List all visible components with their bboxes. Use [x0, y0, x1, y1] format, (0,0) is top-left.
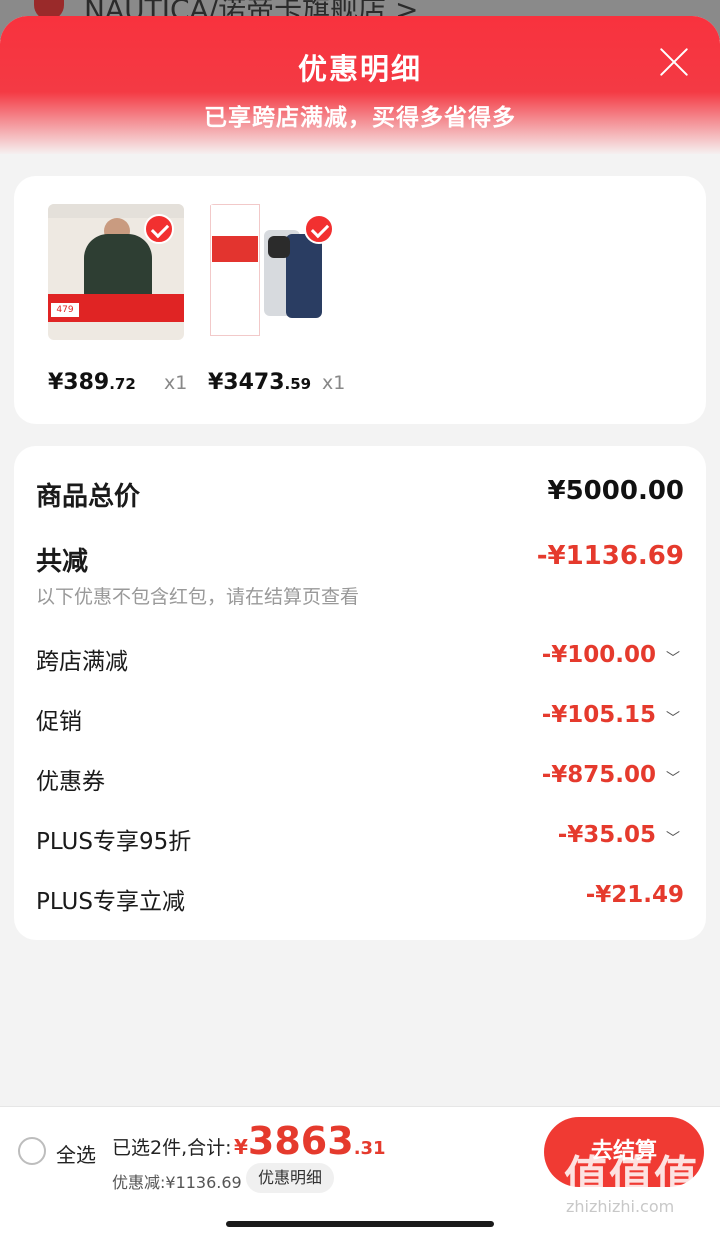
product-item[interactable]: 479 ¥389.72 x1	[48, 204, 187, 395]
chevron-down-icon[interactable]: ﹀	[666, 648, 680, 668]
select-all-label[interactable]: 全选	[56, 1139, 96, 1168]
product-quantity: x1	[322, 372, 346, 394]
sheet-header: 优惠明细 已享跨店满减，买得多省得多	[0, 16, 720, 154]
product-price: ¥389.72	[48, 370, 136, 395]
savings-text: 优惠减:¥1136.69	[112, 1173, 242, 1192]
price-summary-card: 商品总价 ¥5000.00 共减 -¥1136.69 以下优惠不包含红包，请在结…	[14, 446, 706, 940]
products-card: 479 ¥389.72 x1 ¥3473.59 x1	[14, 176, 706, 424]
discount-row-plus-95[interactable]: PLUS专享95折 -¥35.05 ﹀	[36, 822, 684, 862]
discount-row-cross-store[interactable]: 跨店满减 -¥100.00 ﹀	[36, 642, 684, 682]
checkout-bar: 全选 已选2件,合计: ¥3863.31 优惠减:¥1136.69 优惠明细 去…	[0, 1106, 720, 1238]
selected-count: 已选2件,合计:	[112, 1137, 232, 1159]
product-thumbnail: 479	[48, 204, 184, 340]
product-item[interactable]: ¥3473.59 x1	[208, 204, 345, 395]
chevron-down-icon[interactable]: ﹀	[666, 768, 680, 788]
discount-row-plus-instant: PLUS专享立减 -¥21.49	[36, 882, 684, 922]
sheet-title: 优惠明细	[297, 52, 422, 86]
discount-row-promotion[interactable]: 促销 -¥105.15 ﹀	[36, 702, 684, 742]
select-all-radio[interactable]	[18, 1137, 46, 1165]
total-price-label: 商品总价	[36, 482, 141, 512]
total-reduction-row: 共减 -¥1136.69	[36, 541, 684, 581]
total-reduction-value: -¥1136.69	[536, 541, 684, 571]
discount-label: 跨店满减	[36, 649, 128, 675]
product-quantity: x1	[164, 372, 188, 394]
discount-label: PLUS专享立减	[36, 889, 185, 915]
discount-label: 促销	[36, 709, 82, 735]
discount-value: -¥21.49	[585, 882, 684, 908]
chevron-down-icon[interactable]: ﹀	[666, 828, 680, 848]
total-reduction-label: 共减	[36, 547, 89, 577]
selected-check-icon	[304, 214, 334, 244]
discount-value: -¥100.00	[541, 642, 656, 668]
discount-label: PLUS专享95折	[36, 829, 192, 855]
product-price: ¥3473.59	[208, 370, 312, 395]
discount-value: -¥875.00	[541, 762, 656, 788]
discount-detail-sheet: 优惠明细 已享跨店满减，买得多省得多 479 ¥389.72 x1 ¥3473.…	[0, 16, 720, 1238]
chevron-down-icon[interactable]: ﹀	[666, 708, 680, 728]
discount-value: -¥105.15	[541, 702, 656, 728]
total-price-row: 商品总价 ¥5000.00	[36, 476, 684, 516]
grand-total: ¥3863.31	[234, 1119, 386, 1163]
discount-label: 优惠券	[36, 769, 105, 795]
home-indicator	[226, 1221, 494, 1227]
product-thumbnail	[208, 204, 344, 340]
watermark-url: zhizhizhi.com	[566, 1197, 675, 1216]
discount-detail-button[interactable]: 优惠明细	[246, 1163, 335, 1193]
site-watermark: 值值值	[564, 1152, 699, 1203]
discount-note: 以下优惠不包含红包，请在结算页查看	[36, 586, 360, 608]
discount-value: -¥35.05	[557, 822, 656, 848]
total-price-value: ¥5000.00	[547, 476, 684, 506]
close-icon[interactable]	[658, 46, 690, 78]
discount-row-coupon[interactable]: 优惠券 -¥875.00 ﹀	[36, 762, 684, 802]
selected-check-icon	[144, 214, 174, 244]
sheet-subtitle: 已享跨店满减，买得多省得多	[204, 105, 516, 131]
